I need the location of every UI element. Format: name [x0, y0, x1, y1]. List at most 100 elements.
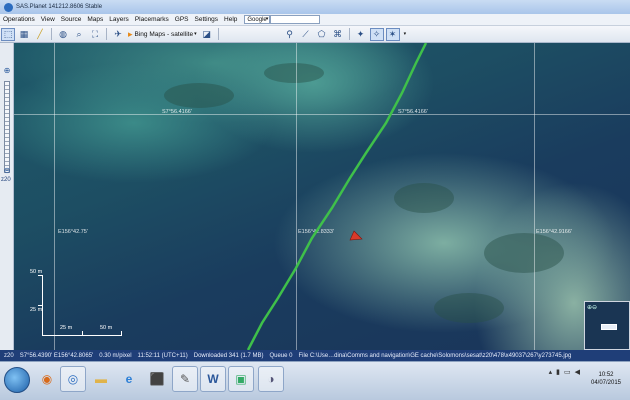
gps-center-button[interactable]: ✶ [385, 27, 400, 41]
taskbar-app-paint[interactable]: ✎ [172, 366, 198, 392]
scale-tick [38, 275, 43, 276]
window-title: SAS.Planet 141212.8606 Stable [16, 4, 103, 10]
search-input[interactable] [270, 15, 321, 24]
path-icon: ⟋ [302, 28, 309, 39]
menu-operations[interactable]: Operations [0, 16, 38, 23]
bing-icon: ▸ [128, 28, 133, 39]
menu-layers[interactable]: Layers [106, 16, 132, 23]
menu-gps[interactable]: GPS [172, 16, 192, 23]
status-zoom: z20 [4, 352, 14, 359]
map-view[interactable]: S7°56.4166' S7°56.4166' E156°42.75' E156… [14, 43, 630, 350]
scale-tick [38, 305, 43, 306]
add-polygon-button[interactable]: ⬠ [315, 28, 329, 41]
folder-icon: ▬ [95, 372, 107, 386]
toolbar-separator [106, 28, 107, 40]
minimap-viewport[interactable] [601, 324, 617, 330]
scale-label: 50 m [30, 269, 43, 275]
map-source-label: Bing Maps - satellite [134, 30, 194, 38]
zoom-in-icon: ⊕ [3, 65, 11, 75]
placemark-button[interactable]: ⚲ [283, 28, 297, 41]
toolbar-separator [217, 28, 219, 40]
scale-bar: 50 m 25 m 25 m 50 m [20, 269, 130, 339]
gps-center-icon: ✶ [388, 28, 397, 39]
status-resolution: 0.30 m/pixel [99, 352, 132, 359]
add-path-button[interactable]: ⟋ [299, 28, 313, 41]
image-viewer-icon: ▣ [235, 372, 247, 386]
scale-label: 25 m [30, 307, 43, 313]
status-bar: z20 S7°56.4390' E156°42.8065' 0.30 m/pix… [0, 350, 630, 361]
gps-track-line [246, 43, 428, 350]
clock-time: 10:52 [598, 372, 614, 378]
scale-label: 50 m [100, 325, 113, 331]
polygon-icon: ⬠ [317, 28, 326, 39]
map-source-select[interactable]: ▸ Bing Maps - satellite ▾ [126, 29, 199, 40]
taskbar-app-firefox[interactable]: ◉ [34, 366, 60, 392]
zoom-in-button[interactable]: ⊕ [2, 65, 12, 75]
taskbar-clock[interactable]: 10:52 04/07/2015 [588, 371, 624, 387]
toolbar-separator [51, 28, 52, 40]
zoom-out-icon: ⊖ [3, 165, 11, 175]
zoom-out-button[interactable]: ⊖ [2, 165, 12, 175]
title-bar: SAS.Planet 141212.8606 Stable [0, 0, 630, 14]
chevron-down-icon: ▾ [265, 16, 269, 22]
menu-view[interactable]: View [38, 16, 58, 23]
menu-help[interactable]: Help [221, 16, 240, 23]
tray-arrow-icon[interactable]: ▴ [549, 368, 553, 376]
select-area-icon: ▦ [19, 28, 29, 39]
app-icon [4, 2, 13, 12]
satellite-button[interactable]: ✈ [111, 28, 125, 41]
status-coords: S7°56.4390' E156°42.8065' [19, 352, 94, 359]
gps-icon: ✦ [356, 28, 365, 39]
taskbar-app-explorer[interactable]: ▬ [88, 366, 114, 392]
layers-button[interactable]: ◪ [200, 28, 214, 41]
volume-icon[interactable]: ◀ [575, 368, 580, 376]
taskbar-app-sasplanet[interactable]: ◎ [60, 366, 86, 392]
search-tool-button[interactable]: ⌕ [72, 28, 86, 41]
system-tray: ▴ ▮ ▭ ◀ [549, 368, 584, 376]
ruler-button[interactable]: ╱ [33, 28, 47, 41]
pdf-icon: ⬛ [149, 372, 165, 386]
chevron-down-icon: ▾ [403, 31, 407, 37]
globe-button[interactable]: ◍ [56, 28, 70, 41]
status-queue: Queue 0 [269, 352, 293, 359]
minimap-zoom-icon[interactable]: ⊕⊖ [587, 304, 597, 311]
cursor-icon: ⬚ [3, 28, 13, 39]
taskbar-app-pdf[interactable]: ⬛ [144, 366, 170, 392]
paint-icon: ✎ [179, 372, 191, 386]
taskbar-app-ie[interactable]: e [116, 366, 142, 392]
gps-button[interactable]: ✦ [354, 28, 368, 41]
menu-maps[interactable]: Maps [84, 16, 106, 23]
network-icon[interactable]: ▮ [556, 368, 560, 376]
layers-icon: ◪ [202, 28, 211, 39]
placemarks-manager-button[interactable]: ⌘ [331, 28, 345, 41]
toolbar-separator [348, 28, 350, 40]
taskbar-app-imageviewer[interactable]: ▣ [228, 366, 254, 392]
menu-settings[interactable]: Settings [192, 16, 222, 23]
zoom-level-label: z20 [1, 177, 11, 183]
tool-icon: ◑ [267, 372, 275, 386]
zoom-slider[interactable] [4, 81, 10, 173]
main-toolbar: ⬚ ▦ ╱ ◍ ⌕ ⛶ ✈ ▸ Bing Maps - satellite ▾ … [0, 26, 630, 43]
placemarks-icon: ⌘ [333, 28, 343, 39]
start-button[interactable] [4, 367, 30, 393]
firefox-icon: ◉ [41, 372, 53, 386]
pointer-tool-button[interactable]: ⬚ [1, 27, 15, 41]
menu-source[interactable]: Source [58, 16, 85, 23]
select-area-button[interactable]: ▦ [17, 28, 31, 41]
gps-options-dropdown[interactable]: ▾ [401, 31, 409, 37]
search-engine-select[interactable]: Google ▾ [244, 15, 271, 24]
battery-icon[interactable]: ▭ [564, 368, 571, 376]
fullscreen-button[interactable]: ⛶ [88, 28, 102, 41]
gps-track-icon: ✧ [372, 28, 381, 39]
satellite-icon: ✈ [114, 28, 122, 39]
ruler-icon: ╱ [37, 28, 43, 39]
ie-icon: e [125, 372, 133, 386]
gps-track-button[interactable]: ✧ [369, 27, 384, 41]
fullscreen-icon: ⛶ [91, 28, 99, 39]
taskbar-app-tool[interactable]: ◑ [258, 366, 284, 392]
sasplanet-icon: ◎ [67, 372, 79, 386]
pin-icon: ⚲ [286, 28, 293, 39]
taskbar-app-word[interactable]: W [200, 366, 226, 392]
menu-placemarks[interactable]: Placemarks [132, 16, 172, 23]
minimap[interactable]: ⊕⊖ [584, 301, 630, 350]
